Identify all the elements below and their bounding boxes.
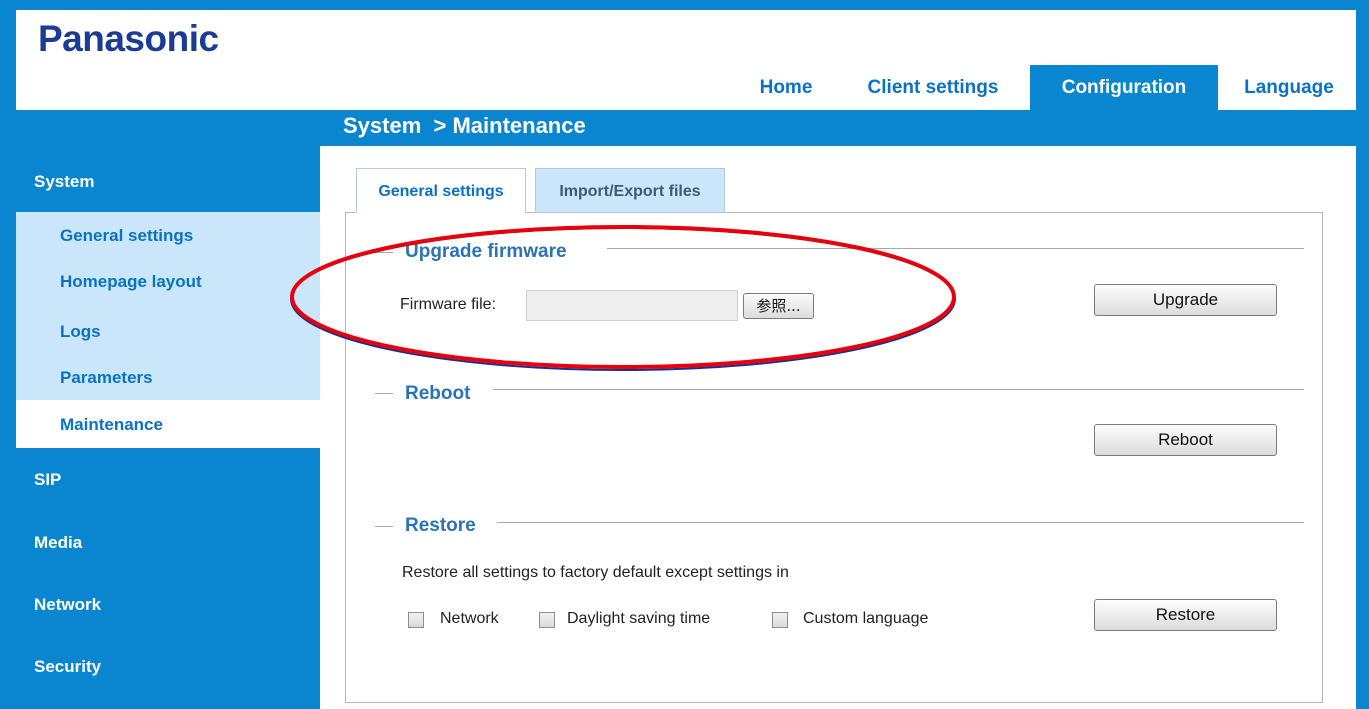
sidebar-item-network[interactable]: Network (34, 595, 101, 615)
nav-tab-configuration[interactable]: Configuration (1030, 65, 1218, 110)
brand-logo: Panasonic (38, 18, 219, 59)
restore-description: Restore all settings to factory default … (402, 564, 789, 581)
subtab-general-settings[interactable]: General settings (356, 168, 526, 213)
section-title-reboot: Reboot (405, 383, 471, 404)
sidebar-item-parameters[interactable]: Parameters (60, 368, 153, 388)
title-bar (16, 110, 1356, 146)
browse-button[interactable]: 参照... (743, 293, 814, 319)
section-rule (493, 389, 1304, 390)
section-rule (497, 522, 1304, 523)
breadcrumb: System > Maintenance (343, 113, 586, 138)
nav-tab-client-settings[interactable]: Client settings (838, 65, 1028, 110)
sidebar-item-general-settings[interactable]: General settings (60, 226, 193, 246)
checkbox-label-daylight-saving-time: Daylight saving time (567, 610, 711, 627)
section-rule (375, 526, 393, 527)
upgrade-button[interactable]: Upgrade (1094, 284, 1277, 316)
right-edge (1356, 10, 1369, 709)
sidebar-item-maintenance[interactable]: Maintenance (60, 415, 163, 435)
nav-tab-language[interactable]: Language (1222, 65, 1356, 110)
sidebar-item-security[interactable]: Security (34, 657, 101, 677)
section-title-upgrade: Upgrade firmware (405, 241, 567, 262)
firmware-file-label: Firmware file: (400, 296, 497, 313)
section-title-restore: Restore (405, 515, 476, 536)
sidebar-item-media[interactable]: Media (34, 533, 82, 553)
checkbox-custom-language[interactable] (772, 612, 788, 628)
reboot-button[interactable]: Reboot (1094, 424, 1277, 456)
section-rule (375, 393, 393, 394)
top-strip (0, 0, 1369, 10)
checkbox-label-network: Network (440, 610, 499, 627)
checkbox-label-custom-language: Custom language (803, 610, 929, 627)
sidebar-item-sip[interactable]: SIP (34, 470, 61, 490)
sidebar-item-homepage-layout[interactable]: Homepage layout (60, 272, 202, 292)
sidebar-item-system[interactable]: System (34, 172, 94, 192)
checkbox-network[interactable] (408, 612, 424, 628)
checkbox-daylight-saving-time[interactable] (539, 612, 555, 628)
sidebar-item-logs[interactable]: Logs (60, 322, 101, 342)
section-rule (607, 248, 1304, 249)
nav-tab-home[interactable]: Home (736, 65, 836, 110)
firmware-file-input[interactable] (526, 290, 738, 321)
left-edge (0, 10, 16, 709)
restore-button[interactable]: Restore (1094, 599, 1277, 631)
subtab-import-export-files[interactable]: Import/Export files (535, 168, 725, 213)
section-rule (375, 252, 393, 253)
